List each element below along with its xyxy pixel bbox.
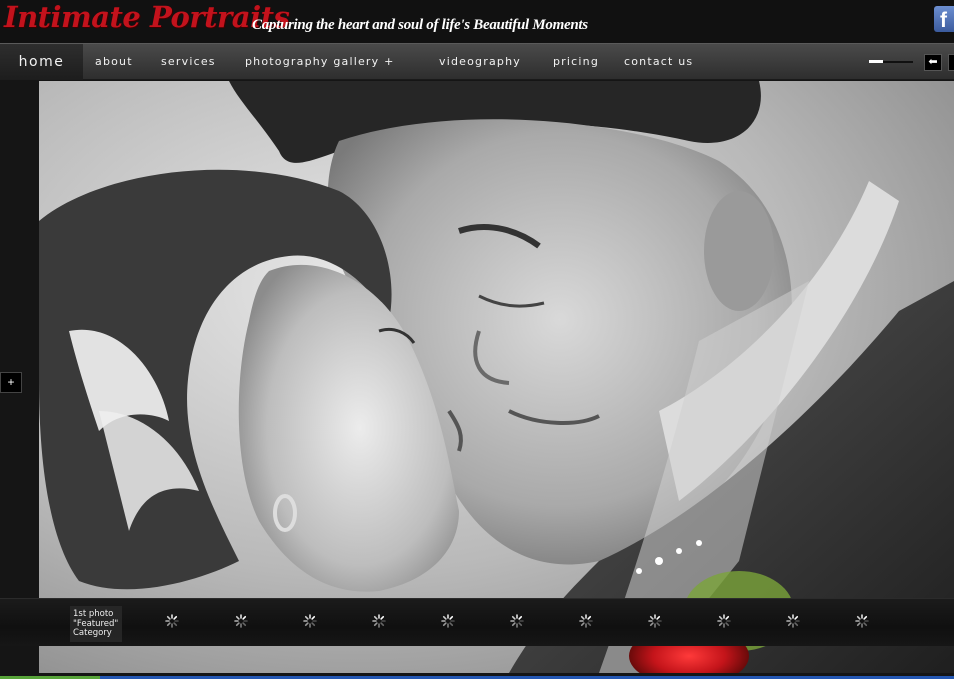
nav-item-services[interactable]: Services (161, 44, 216, 80)
loading-spinner-icon (579, 614, 593, 628)
site-logo[interactable]: Intimate Portraits (4, 0, 290, 34)
loading-spinner-icon (855, 614, 869, 628)
loading-spinner-icon (648, 614, 662, 628)
loading-spinner-icon (717, 614, 731, 628)
nav-item-pricing[interactable]: Pricing (553, 44, 599, 80)
nav-item-photography-gallery[interactable]: Photography Gallery + (245, 44, 394, 80)
loading-spinner-icon (441, 614, 455, 628)
slideshow-progress-fill (869, 60, 883, 63)
arrow-right-icon[interactable] (948, 54, 954, 71)
loading-spinner-icon (165, 614, 179, 628)
main-nav: Home About Services Photography Gallery … (0, 43, 954, 80)
loading-spinner-icon (234, 614, 248, 628)
loading-spinner-icon (786, 614, 800, 628)
loading-spinner-icon (303, 614, 317, 628)
nav-item-contact-us[interactable]: Contact Us (624, 44, 693, 80)
nav-item-about[interactable]: About (95, 44, 133, 80)
slideshow-progress-toggle[interactable] (869, 60, 913, 63)
expand-toggle-button[interactable]: + (0, 372, 22, 393)
thumbnail-strip: 1st photo "Featured" Category (0, 598, 954, 646)
site-header: Intimate Portraits Capturing the heart a… (0, 0, 954, 43)
loading-spinner-icon (510, 614, 524, 628)
site-tagline: Capturing the heart and soul of life's B… (252, 17, 588, 33)
nav-item-videography[interactable]: Videography (439, 44, 521, 80)
featured-photo-artwork (39, 81, 954, 673)
thumbnail-first-featured[interactable]: 1st photo "Featured" Category (70, 606, 122, 642)
featured-photo[interactable] (39, 81, 954, 673)
facebook-icon[interactable]: f (934, 6, 954, 32)
arrow-left-icon[interactable]: ⬅ (924, 54, 942, 71)
loading-spinner-icon (372, 614, 386, 628)
nav-item-home[interactable]: Home (0, 44, 83, 80)
